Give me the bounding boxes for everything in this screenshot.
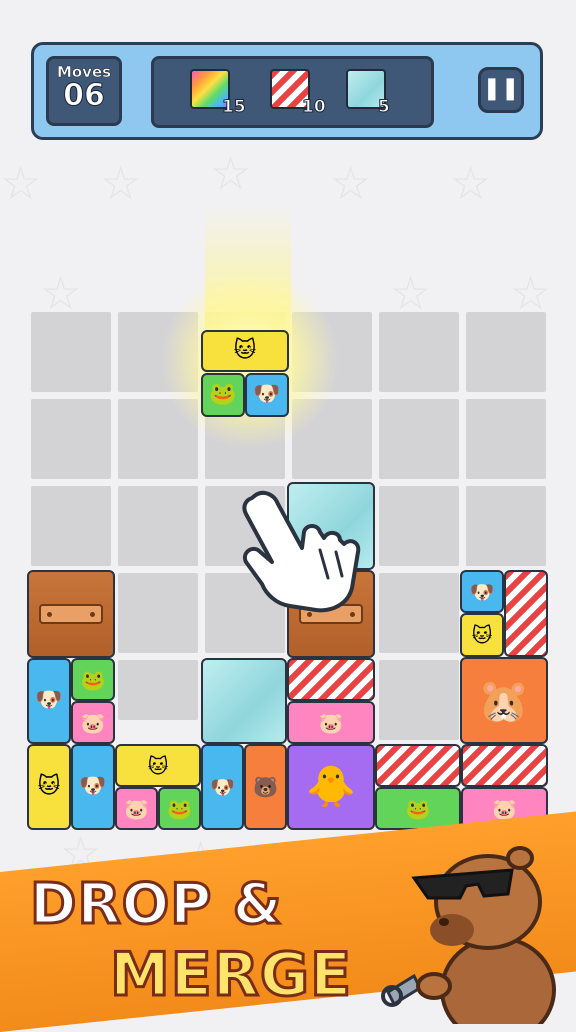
striped-block — [375, 744, 461, 787]
board-cell[interactable] — [118, 486, 198, 566]
wood-crate — [27, 570, 115, 658]
pause-button[interactable]: ❚❚ — [478, 67, 524, 113]
board-cell[interactable] — [118, 573, 198, 653]
block-dog: 🐶 — [71, 744, 115, 830]
star-icon: ☆ — [0, 156, 42, 210]
block-frog: 🐸 — [158, 787, 201, 830]
frog-face-icon: 🐸 — [80, 667, 106, 692]
falling-block-frog[interactable]: 🐸 — [201, 373, 245, 417]
block-bear: 🐻 — [244, 744, 287, 830]
capybara-mascot-icon — [381, 846, 556, 1024]
tutorial-hand-icon — [242, 490, 361, 613]
block-frog: 🐸 — [71, 658, 115, 701]
board-cell[interactable] — [379, 660, 459, 740]
frog-face-icon: 🐸 — [209, 382, 237, 407]
banner-title-line2: MERGE — [108, 939, 353, 1012]
block-dog: 🐶 — [27, 658, 71, 744]
cat-face-icon: 🐱 — [233, 338, 257, 363]
striped-block — [287, 658, 375, 701]
block-cat: 🐱 — [115, 744, 201, 787]
board-cell[interactable] — [466, 312, 546, 392]
cat-face-icon: 🐱 — [147, 753, 169, 778]
board-cell[interactable] — [466, 486, 546, 566]
star-icon: ☆ — [390, 266, 432, 320]
pause-icon: ❚❚ — [482, 76, 520, 101]
bear-face-icon: 🐻 — [253, 775, 278, 799]
goal-stripe: 10 — [270, 69, 350, 119]
board-cell[interactable] — [31, 399, 111, 479]
star-icon: ☆ — [210, 146, 252, 200]
striped-block — [504, 570, 548, 657]
chick-face-icon: 🐥 — [306, 764, 356, 810]
moves-counter: Moves 06 — [46, 56, 122, 126]
falling-block-cat[interactable]: 🐱 — [201, 330, 289, 372]
dog-face-icon: 🐶 — [79, 774, 107, 799]
block-dog: 🐶 — [460, 570, 504, 613]
block-pig: 🐷 — [71, 701, 115, 744]
frog-face-icon: 🐸 — [167, 796, 192, 821]
star-icon: ☆ — [100, 156, 142, 210]
board-cell[interactable] — [31, 312, 111, 392]
block-dog: 🐶 — [201, 744, 244, 830]
pig-face-icon: 🐷 — [492, 796, 517, 821]
star-icon: ☆ — [40, 266, 82, 320]
dog-face-icon: 🐶 — [253, 382, 281, 407]
glass-block — [201, 658, 287, 744]
block-frog: 🐸 — [375, 787, 461, 830]
star-icon: ☆ — [510, 266, 552, 320]
frog-face-icon: 🐸 — [405, 796, 431, 821]
goal-count: 10 — [302, 97, 327, 118]
banner-title-line1: DROP & — [29, 871, 284, 939]
goal-rainbow: 15 — [190, 69, 270, 119]
block-hamster: 🐹 — [460, 657, 548, 744]
dog-face-icon: 🐶 — [35, 688, 63, 713]
goals-panel: 15 10 5 — [151, 56, 434, 128]
board-cell[interactable] — [379, 573, 459, 653]
board-cell[interactable] — [379, 399, 459, 479]
star-icon: ☆ — [450, 156, 492, 210]
cat-face-icon: 🐱 — [37, 774, 61, 799]
cat-face-icon: 🐱 — [471, 623, 493, 647]
hamster-face-icon: 🐹 — [477, 675, 531, 725]
goal-glass: 5 — [346, 69, 426, 119]
falling-block-dog[interactable]: 🐶 — [245, 373, 289, 417]
striped-block — [461, 744, 548, 787]
board-cell[interactable] — [379, 486, 459, 566]
pig-face-icon: 🐷 — [124, 796, 149, 821]
block-pig: 🐷 — [287, 701, 375, 744]
board-cell[interactable] — [118, 660, 198, 720]
star-icon: ☆ — [330, 156, 372, 210]
top-hud: Moves 06 15 10 5 ❚❚ — [31, 42, 543, 140]
board-cell[interactable] — [379, 312, 459, 392]
block-chick: 🐥 — [287, 744, 375, 830]
dog-face-icon: 🐶 — [469, 579, 495, 604]
block-pig: 🐷 — [115, 787, 158, 830]
pig-face-icon: 🐷 — [80, 710, 106, 735]
dog-face-icon: 🐶 — [210, 775, 235, 799]
pig-face-icon: 🐷 — [318, 710, 344, 735]
moves-value: 06 — [63, 78, 106, 113]
goal-count: 15 — [222, 97, 247, 118]
board-cell[interactable] — [466, 399, 546, 479]
board-cell[interactable] — [31, 486, 111, 566]
block-cat: 🐱 — [460, 613, 504, 657]
goal-count: 5 — [378, 97, 391, 118]
plank-icon — [39, 604, 103, 624]
block-cat: 🐱 — [27, 744, 71, 830]
